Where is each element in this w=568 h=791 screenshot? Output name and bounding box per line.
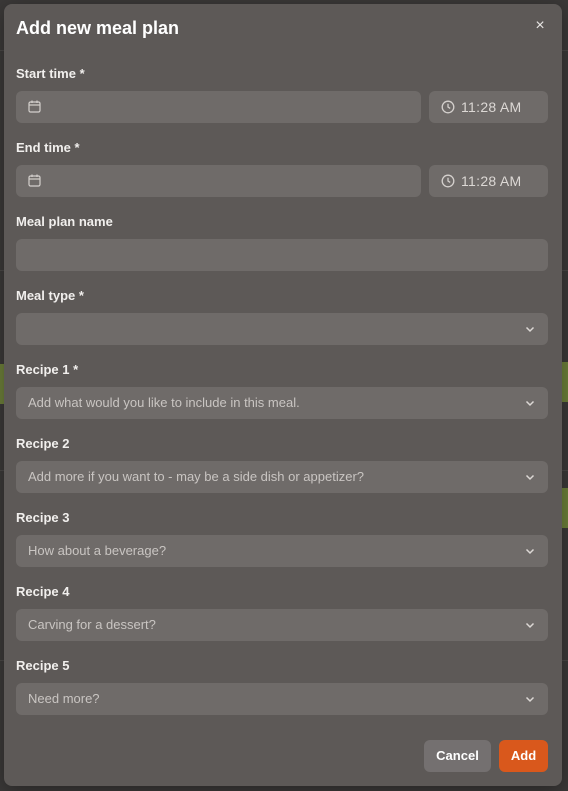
recipe-3-placeholder: How about a beverage? (28, 543, 167, 558)
add-button[interactable]: Add (499, 740, 548, 772)
recipe-2-select[interactable]: Add more if you want to - may be a side … (16, 461, 548, 493)
end-time-label: End time * (16, 140, 80, 155)
chevron-down-icon (525, 326, 535, 333)
cancel-button[interactable]: Cancel (424, 740, 491, 772)
calendar-icon (28, 100, 41, 113)
recipe-1-label: Recipe 1 * (16, 362, 79, 377)
calendar-icon (28, 174, 41, 187)
end-date-input[interactable] (16, 165, 421, 197)
close-icon[interactable]: × (530, 16, 550, 36)
meal-type-label: Meal type * (16, 288, 84, 303)
recipe-3-select[interactable]: How about a beverage? (16, 535, 548, 567)
clock-icon (441, 100, 455, 114)
end-time-input[interactable]: 11:28 AM (429, 165, 548, 197)
chevron-down-icon (525, 474, 535, 481)
recipe-1-select[interactable]: Add what would you like to include in th… (16, 387, 548, 419)
meal-plan-dialog: Add new meal plan × Start time * 11:28 A… (4, 4, 562, 786)
recipe-5-placeholder: Need more? (28, 691, 100, 706)
recipe-4-label: Recipe 4 (16, 584, 70, 599)
meal-plan-name-input[interactable] (16, 239, 548, 271)
dialog-title: Add new meal plan (16, 18, 180, 38)
start-time-input[interactable]: 11:28 AM (429, 91, 548, 123)
recipe-4-select[interactable]: Carving for a dessert? (16, 609, 548, 641)
end-time-value: 11:28 AM (461, 173, 522, 189)
start-date-input[interactable] (16, 91, 421, 123)
meal-type-select[interactable] (16, 313, 548, 345)
recipe-3-label: Recipe 3 (16, 510, 70, 525)
chevron-down-icon (525, 400, 535, 407)
recipe-5-select[interactable]: Need more? (16, 683, 548, 715)
start-time-label: Start time * (16, 66, 85, 81)
recipe-1-placeholder: Add what would you like to include in th… (28, 395, 300, 410)
start-time-value: 11:28 AM (461, 99, 522, 115)
chevron-down-icon (525, 696, 535, 703)
recipe-2-label: Recipe 2 (16, 436, 70, 451)
recipe-4-placeholder: Carving for a dessert? (28, 617, 156, 632)
chevron-down-icon (525, 548, 535, 555)
chevron-down-icon (525, 622, 535, 629)
recipe-5-label: Recipe 5 (16, 658, 70, 673)
recipe-2-placeholder: Add more if you want to - may be a side … (28, 469, 365, 484)
clock-icon (441, 174, 455, 188)
meal-plan-name-label: Meal plan name (16, 214, 113, 229)
